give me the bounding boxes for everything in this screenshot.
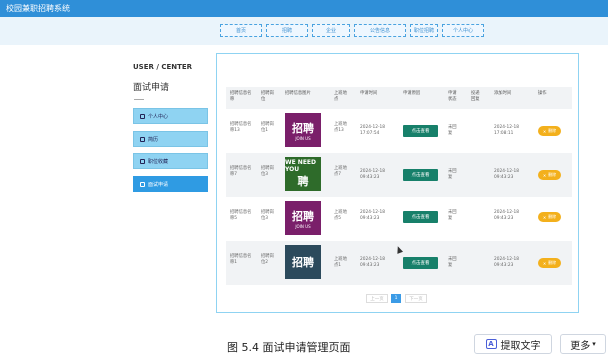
th-image: 招聘信息图片 (285, 91, 311, 96)
th-reply: 投递回复 (471, 91, 480, 102)
table-header: 招聘信息名称 招聘岗位 招聘信息图片 上班地点 申请时间 申请原因 申请状态 投… (226, 87, 572, 109)
table-row: 招聘信息名称5 招聘岗位3 招聘 JOIN US 上班地点5 2024-12-1… (226, 197, 572, 241)
more-label: 更多 (570, 340, 591, 352)
job-image: 招聘 JOIN US (285, 201, 321, 235)
pagination-current[interactable]: 1 (391, 294, 401, 303)
th-add-time: 添加时间 (494, 91, 512, 96)
cell-add-time: 2024-12-18 17:08:11 (494, 125, 519, 136)
sidebar-item-resume[interactable]: 简历 (133, 131, 208, 147)
sidebar-item-label: 面试申请 (148, 181, 169, 188)
job-image: 招聘 JOIN US (285, 113, 321, 147)
th-post: 招聘岗位 (261, 91, 274, 102)
sidebar-item-label: 个人中心 (148, 113, 169, 120)
th-apply-time: 申请时间 (360, 91, 378, 96)
delete-button[interactable]: ✕ 删除 (538, 258, 561, 268)
cell-apply-time: 2024-12-18 09:43:23 (360, 169, 385, 180)
sidebar-item-label: 职位收藏 (148, 158, 169, 165)
nav-company[interactable]: 企业 (312, 24, 350, 37)
nav-recruit[interactable]: 招聘 (266, 24, 308, 37)
text-scan-icon: A (485, 339, 497, 349)
cell-name: 招聘信息名称1 (230, 254, 252, 265)
app-header: 校园兼职招聘系统 (0, 0, 608, 17)
extract-text-button[interactable]: A 提取文字 (474, 334, 552, 354)
nav-user-center[interactable]: 个人中心 (442, 24, 484, 37)
cell-status: 未回复 (448, 257, 457, 268)
cell-status: 未回复 (448, 169, 457, 180)
cell-place: 上班地点13 (334, 122, 347, 133)
delete-button[interactable]: ✕ 删除 (538, 170, 561, 180)
cell-add-time: 2024-12-18 09:43:23 (494, 210, 519, 221)
cell-apply-time: 2024-12-18 17:07:54 (360, 125, 385, 136)
sidebar-item-interview[interactable]: 面试申请 (133, 176, 208, 192)
nav-home[interactable]: 首页 (220, 24, 262, 37)
cell-place: 上班地点5 (334, 210, 347, 221)
th-reason: 申请原因 (403, 91, 421, 96)
trash-icon: ✕ (542, 214, 547, 220)
table-row: 招聘信息名称7 招聘岗位3 WE NEED YOU 聘 上班地点7 2024-1… (226, 153, 572, 197)
trash-icon: ✕ (542, 172, 547, 178)
resume-icon (140, 136, 145, 142)
cell-post: 招聘岗位3 (261, 166, 274, 177)
cell-status: 未回复 (448, 125, 457, 136)
sidebar-subtitle: 面试申请 (133, 83, 170, 93)
calendar-icon (140, 181, 145, 187)
sidebar-divider (134, 99, 144, 100)
th-name: 招聘信息名称 (230, 91, 252, 102)
table-row: 招聘信息名称13 招聘岗位1 招聘 JOIN US 上班地点13 2024-12… (226, 109, 572, 153)
job-image: WE NEED YOU 聘 (285, 157, 321, 191)
star-icon (140, 158, 145, 164)
pagination-next[interactable]: 下一页 (405, 294, 427, 303)
figure-caption: 图 5.4 面试申请管理页面 (227, 341, 351, 354)
cell-apply-time: 2024-12-18 09:43:23 (360, 210, 385, 221)
delete-button[interactable]: ✕ 删除 (538, 212, 561, 222)
cell-post: 招聘岗位3 (261, 210, 274, 221)
cell-post: 招聘岗位2 (261, 254, 274, 265)
th-status: 申请状态 (448, 91, 457, 102)
more-button[interactable]: 更多 ▾ (560, 334, 606, 354)
cell-name: 招聘信息名称7 (230, 166, 252, 177)
chevron-down-icon: ▾ (592, 340, 596, 348)
trash-icon: ✕ (542, 260, 547, 266)
user-icon (140, 113, 145, 119)
app-title: 校园兼职招聘系统 (6, 4, 70, 13)
cell-status: 未回复 (448, 210, 457, 221)
cell-apply-time: 2024-12-18 09:43:23 (360, 257, 385, 268)
view-reason-button[interactable]: 点击查看 (403, 211, 438, 223)
sidebar-item-profile[interactable]: 个人中心 (133, 108, 208, 124)
sidebar-item-label: 简历 (148, 136, 159, 143)
view-reason-button[interactable]: 点击查看 (403, 257, 438, 269)
top-nav: 首页 招聘 企业 公告信息 职位招聘 个人中心 (0, 17, 608, 45)
cell-name: 招聘信息名称13 (230, 122, 252, 133)
nav-announcements[interactable]: 公告信息 (354, 24, 406, 37)
cell-place: 上班地点1 (334, 257, 347, 268)
cell-place: 上班地点7 (334, 166, 347, 177)
nav-jobs[interactable]: 职位招聘 (410, 24, 438, 37)
view-reason-button[interactable]: 点击查看 (403, 125, 438, 137)
th-actions: 操作 (538, 91, 547, 96)
th-place: 上班地点 (334, 91, 347, 102)
cell-add-time: 2024-12-18 09:43:23 (494, 169, 519, 180)
pagination-prev[interactable]: 上一页 (366, 294, 388, 303)
extract-text-label: 提取文字 (500, 340, 541, 352)
cell-add-time: 2024-12-18 09:43:23 (494, 257, 519, 268)
cell-post: 招聘岗位1 (261, 122, 274, 133)
cell-name: 招聘信息名称5 (230, 210, 252, 221)
sidebar-item-favorites[interactable]: 职位收藏 (133, 153, 208, 169)
job-image: 招聘 (285, 245, 321, 279)
view-reason-button[interactable]: 点击查看 (403, 169, 438, 181)
delete-button[interactable]: ✕ 删除 (538, 126, 561, 136)
sidebar-title: USER / CENTER (133, 63, 193, 71)
trash-icon: ✕ (542, 128, 547, 134)
